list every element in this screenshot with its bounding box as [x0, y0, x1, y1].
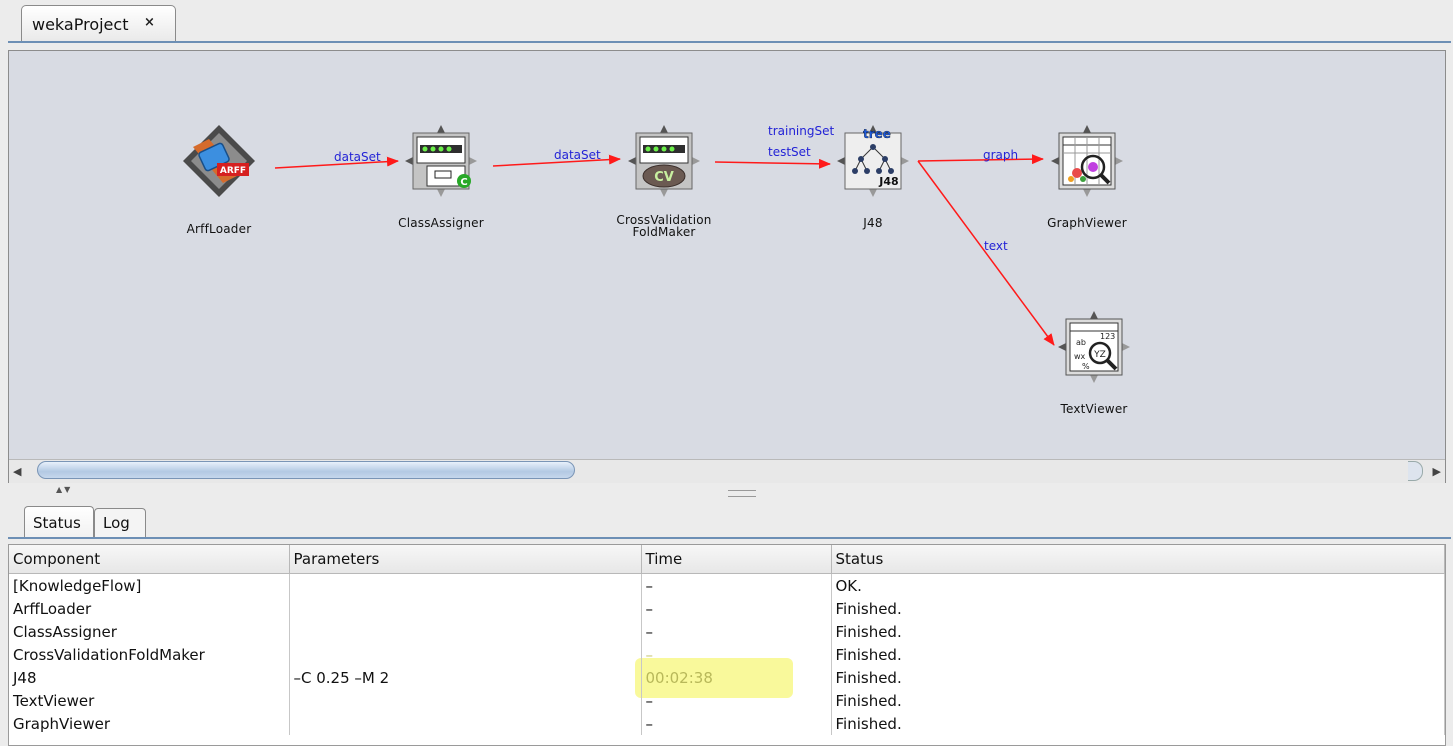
- cell-time: –: [641, 643, 832, 666]
- component-label-graphviewer: GraphViewer: [1047, 216, 1127, 230]
- text-viewer-icon: ab 123 wx % YZ: [1058, 311, 1130, 383]
- close-icon[interactable]: ×: [144, 15, 155, 30]
- cell-time: –: [641, 620, 832, 643]
- cell-component: ClassAssigner: [9, 620, 290, 643]
- cell-parameters: –C 0.25 –M 2: [289, 666, 642, 689]
- component-j48[interactable]: tree J48 J48: [833, 121, 913, 241]
- bottom-tab-underline: [8, 537, 1451, 539]
- table-row[interactable]: J48 –C 0.25 –M 2 00:02:38 Finished.: [9, 666, 1445, 689]
- cell-component: [KnowledgeFlow]: [9, 573, 290, 597]
- column-header-status[interactable]: Status: [831, 545, 1445, 574]
- connection-label-trainingset: trainingSet: [768, 124, 834, 138]
- column-header-time[interactable]: Time: [641, 545, 832, 574]
- cell-parameters: [289, 597, 642, 620]
- scrollbar-thumb[interactable]: [37, 461, 575, 479]
- svg-text:CV: CV: [654, 170, 674, 185]
- horizontal-scrollbar[interactable]: ◀ ▶: [9, 459, 1445, 483]
- cell-parameters: [289, 689, 642, 712]
- component-graphviewer[interactable]: GraphViewer: [1047, 121, 1127, 241]
- connection-line-text[interactable]: [917, 160, 1055, 346]
- cell-component: TextViewer: [9, 689, 290, 712]
- cell-component: J48: [9, 666, 290, 689]
- connection-label-testset: testSet: [768, 145, 811, 159]
- project-tab-strip: wekaProject ×: [0, 0, 1453, 44]
- tab-log[interactable]: Log: [94, 508, 146, 538]
- cell-time: 00:02:38: [641, 666, 832, 689]
- cell-status: OK.: [831, 573, 1445, 597]
- cell-component: GraphViewer: [9, 712, 290, 735]
- table-row[interactable]: [KnowledgeFlow] – OK.: [9, 573, 1445, 597]
- svg-text:ARFF: ARFF: [220, 166, 246, 176]
- flow-canvas[interactable]: dataSet dataSet trainingSet testSet grap…: [9, 51, 1445, 459]
- cell-status: Finished.: [831, 712, 1445, 735]
- cell-status: Finished.: [831, 689, 1445, 712]
- component-arffloader[interactable]: ARFF ArffLoader: [179, 121, 259, 241]
- svg-text:ab: ab: [1076, 338, 1086, 347]
- scroll-right-arrow-icon[interactable]: ▶: [1433, 465, 1441, 478]
- split-arrows-icon[interactable]: ▲▼: [56, 485, 72, 494]
- svg-text:C: C: [460, 177, 467, 188]
- cell-parameters: [289, 643, 642, 666]
- cell-component: ArffLoader: [9, 597, 290, 620]
- class-assigner-icon: C: [405, 125, 477, 197]
- component-label-textviewer: TextViewer: [1060, 402, 1128, 416]
- tab-status[interactable]: Status: [24, 506, 94, 538]
- component-label-cvfoldmaker-line2: FoldMaker: [632, 225, 696, 239]
- cell-status: Finished.: [831, 620, 1445, 643]
- svg-text:%: %: [1082, 362, 1090, 371]
- svg-text:wx: wx: [1074, 352, 1086, 361]
- cell-parameters: [289, 712, 642, 735]
- svg-text:YZ: YZ: [1093, 350, 1106, 360]
- connection-label-graph: graph: [983, 148, 1018, 162]
- connections-layer: dataSet dataSet trainingSet testSet grap…: [274, 124, 1055, 346]
- connection-label-text: text: [984, 239, 1008, 253]
- connection-label-dataset-2: dataSet: [554, 148, 601, 162]
- column-header-component[interactable]: Component: [9, 545, 290, 574]
- tab-label: wekaProject: [32, 15, 129, 34]
- arff-loader-icon: ARFF: [183, 125, 255, 197]
- component-label-arffloader: ArffLoader: [186, 222, 252, 236]
- tab-underline: [8, 41, 1451, 43]
- cell-time: –: [641, 689, 832, 712]
- table-row[interactable]: TextViewer – Finished.: [9, 689, 1445, 712]
- tab-wekaproject[interactable]: wekaProject ×: [21, 5, 176, 42]
- graph-viewer-icon: [1051, 125, 1123, 197]
- status-table: Component Parameters Time Status [Knowle…: [9, 545, 1445, 735]
- table-row[interactable]: GraphViewer – Finished.: [9, 712, 1445, 735]
- cell-parameters: [289, 573, 642, 597]
- cell-time: –: [641, 712, 832, 735]
- split-pane-divider[interactable]: ▲▼: [0, 484, 1453, 502]
- table-row[interactable]: ClassAssigner – Finished.: [9, 620, 1445, 643]
- cell-status: Finished.: [831, 597, 1445, 620]
- cross-validation-icon: CV: [628, 125, 700, 197]
- cell-status: Finished.: [831, 643, 1445, 666]
- component-classassigner[interactable]: C ClassAssigner: [398, 121, 484, 241]
- cell-time: –: [641, 573, 832, 597]
- cell-parameters: [289, 620, 642, 643]
- component-textviewer[interactable]: ab 123 wx % YZ TextViewer: [1054, 307, 1134, 427]
- connection-line-graph[interactable]: [917, 154, 1044, 165]
- svg-text:tree: tree: [863, 127, 891, 141]
- bottom-tab-strip: Status Log: [0, 506, 1453, 538]
- svg-text:J48: J48: [878, 175, 898, 188]
- connection-label-dataset-1: dataSet: [334, 150, 381, 164]
- connection-line-trainingset[interactable]: [714, 158, 831, 169]
- component-label-classassigner: ClassAssigner: [398, 216, 484, 230]
- cell-component: CrossValidationFoldMaker: [9, 643, 290, 666]
- scrollbar-end-cap: [1408, 461, 1423, 481]
- split-grip-icon[interactable]: [728, 490, 756, 497]
- cell-time: –: [641, 597, 832, 620]
- svg-text:123: 123: [1100, 332, 1115, 341]
- j48-tree-icon: tree J48: [837, 125, 909, 197]
- column-header-parameters[interactable]: Parameters: [289, 545, 642, 574]
- table-row[interactable]: ArffLoader – Finished.: [9, 597, 1445, 620]
- flow-canvas-panel: dataSet dataSet trainingSet testSet grap…: [8, 50, 1446, 483]
- cell-status: Finished.: [831, 666, 1445, 689]
- component-label-j48: J48: [863, 216, 883, 230]
- table-header-row: Component Parameters Time Status: [9, 545, 1445, 574]
- scroll-left-arrow-icon[interactable]: ◀: [13, 465, 21, 478]
- status-table-panel: Component Parameters Time Status [Knowle…: [8, 544, 1446, 746]
- component-crossvalidationfoldmaker[interactable]: CV CrossValidation FoldMaker: [616, 121, 711, 241]
- table-row[interactable]: CrossValidationFoldMaker – Finished.: [9, 643, 1445, 666]
